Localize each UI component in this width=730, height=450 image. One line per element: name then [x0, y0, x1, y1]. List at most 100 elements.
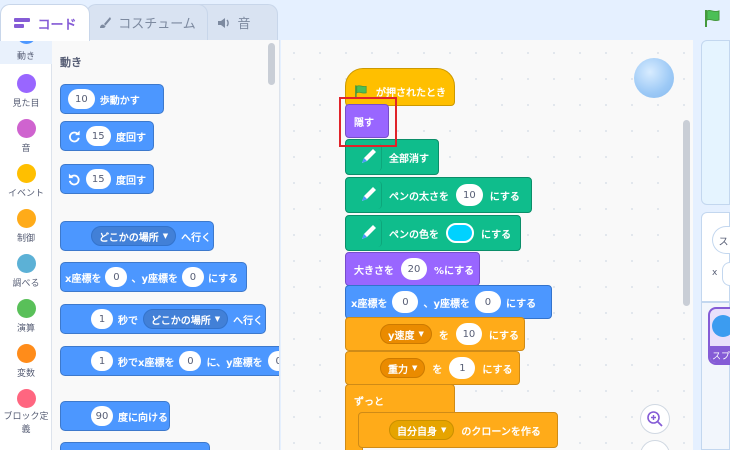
goto-text: へ行く — [181, 232, 212, 244]
gravity-value-input[interactable]: 1 — [449, 357, 476, 379]
script-goto-xy-y-input[interactable]: 0 — [474, 291, 501, 313]
set-size-input[interactable]: 20 — [401, 258, 427, 280]
category-control[interactable]: 制御 — [0, 209, 52, 244]
turn-right-text: 度回す — [116, 132, 146, 144]
set-gravity-variable-block[interactable]: 重力 ▼ を 1 にする — [345, 351, 520, 385]
category-sound-dot — [16, 119, 36, 138]
palette-goto-block[interactable]: どこかの場所 ▼ へ行く — [60, 221, 214, 251]
set-pen-color-block[interactable]: ペンの色を にする — [345, 215, 521, 251]
category-menu: 動き 見た目 音 イベント 制御 調べる 演算 変数 ブロック定義 — [0, 34, 52, 450]
category-looks-label: 見た目 — [12, 99, 40, 109]
vy-text: にする — [488, 330, 520, 342]
category-my-blocks[interactable]: ブロック定義 — [0, 389, 52, 437]
glide-text: へ行く — [233, 315, 264, 327]
palette-scrollbar[interactable] — [268, 43, 275, 85]
sprite-card[interactable]: スプ — [708, 307, 730, 365]
dropdown-arrow-icon: ▼ — [412, 364, 418, 372]
editor-tab-bar: 音 コスチューム コード — [0, 0, 730, 41]
tab-costumes[interactable]: コスチューム — [86, 4, 208, 40]
goto-xy-y-input[interactable]: 0 — [181, 267, 204, 287]
pen-size-input[interactable]: 10 — [456, 184, 483, 206]
clone-target-dropdown[interactable]: 自分自身 ▼ — [389, 420, 455, 440]
set-vy-variable-block[interactable]: y速度 ▼ を 10 にする — [345, 317, 525, 351]
pen-color-swatch[interactable] — [446, 223, 474, 243]
gravity-variable-dropdown[interactable]: 重力 ▼ — [380, 358, 426, 378]
category-variables-dot — [16, 344, 36, 363]
vy-variable-value: y速度 — [388, 330, 415, 342]
sprite-preview-icon — [634, 58, 674, 98]
set-size-block[interactable]: 大きさを 20 %にする — [345, 252, 480, 286]
glide-target-value: どこかの場所 — [151, 315, 211, 327]
pen-size-label: ペンの太さを — [389, 191, 449, 203]
palette-goto-xy-block[interactable]: x座標を 0 、y座標を 0 にする — [60, 262, 247, 292]
category-sound-label: 音 — [21, 144, 31, 154]
script-goto-xy-x-input[interactable]: 0 — [392, 291, 419, 313]
sprite-x-label: x — [712, 268, 718, 278]
glide-xy-sep: に、y座標を — [206, 357, 263, 369]
glide-secs-input[interactable]: 1 — [91, 309, 113, 329]
glide-xy-x-input[interactable]: 0 — [179, 351, 202, 371]
turn-left-input[interactable]: 15 — [85, 169, 111, 189]
category-my-blocks-dot — [16, 389, 36, 408]
glide-xy-y-input[interactable]: 0 — [267, 351, 279, 371]
zoom-in-icon — [647, 411, 663, 427]
tab-code[interactable]: コード — [0, 4, 90, 41]
tab-costumes-label: コスチューム — [118, 17, 196, 32]
pen-icon — [354, 181, 382, 209]
point-direction-text: 度に向ける — [118, 412, 168, 424]
category-events-dot — [16, 164, 36, 183]
glide-xy-secs-input[interactable]: 1 — [91, 351, 113, 371]
goto-xy-block[interactable]: x座標を 0 、y座標を 0 にする — [345, 285, 552, 319]
goto-target-value: どこかの場所 — [99, 232, 159, 244]
goto-xy-x-label: x座標を — [65, 273, 102, 285]
goto-xy-text: にする — [207, 273, 239, 285]
palette-turn-left-block[interactable]: 15 度回す — [60, 164, 154, 194]
forever-block[interactable]: ずっと — [345, 384, 455, 414]
goto-target-dropdown[interactable]: どこかの場所 ▼ — [91, 226, 177, 246]
dropdown-arrow-icon: ▼ — [162, 232, 169, 240]
category-variables-label: 変数 — [16, 369, 35, 379]
dropdown-arrow-icon: ▼ — [441, 426, 447, 434]
category-operators[interactable]: 演算 — [0, 299, 52, 334]
palette-turn-right-block[interactable]: 15 度回す — [60, 121, 154, 151]
sprite-x-input[interactable] — [722, 262, 730, 286]
category-operators-dot — [16, 299, 36, 318]
category-sensing[interactable]: 調べる — [0, 254, 52, 289]
category-events[interactable]: イベント — [0, 164, 52, 199]
palette-move-steps-block[interactable]: 10 歩動かす — [60, 84, 164, 114]
gravity-variable-value: 重力 — [388, 364, 408, 376]
move-steps-input[interactable]: 10 — [68, 89, 95, 109]
pen-color-label: ペンの色を — [389, 229, 439, 241]
script-scrollbar[interactable] — [683, 120, 690, 306]
category-motion-label: 動き — [16, 52, 35, 62]
category-variables[interactable]: 変数 — [0, 344, 52, 379]
turn-right-input[interactable]: 15 — [85, 126, 111, 146]
forever-text: ずっと — [354, 397, 384, 408]
script-goto-xy-x-label: x座標を — [351, 298, 388, 310]
vy-value-input[interactable]: 10 — [455, 323, 482, 345]
set-size-label: 大きさを — [354, 265, 394, 277]
category-sound[interactable]: 音 — [0, 119, 52, 154]
point-direction-input[interactable]: 90 — [91, 406, 113, 426]
palette-next-block[interactable] — [60, 442, 210, 450]
brush-icon — [100, 16, 112, 28]
pen-color-text: にする — [481, 229, 512, 241]
palette-glide-block[interactable]: 1 秒で どこかの場所 ▼ へ行く — [60, 304, 266, 334]
stage-panel[interactable] — [701, 40, 730, 205]
set-pen-size-block[interactable]: ペンの太さを 10 にする — [345, 177, 532, 213]
goto-xy-sep: 、y座標を — [131, 273, 178, 285]
glide-target-dropdown[interactable]: どこかの場所 ▼ — [143, 309, 229, 329]
category-looks[interactable]: 見た目 — [0, 74, 52, 109]
palette-glide-xy-block[interactable]: 1 秒でx座標を 0 に、y座標を 0 — [60, 346, 279, 376]
create-clone-block[interactable]: 自分自身 ▼ のクローンを作る — [358, 412, 558, 448]
zoom-in-button[interactable] — [640, 404, 670, 434]
vy-variable-dropdown[interactable]: y速度 ▼ — [380, 324, 432, 344]
selection-highlight — [339, 97, 397, 147]
pen-icon — [354, 219, 382, 247]
clone-text: のクローンを作る — [461, 426, 541, 438]
palette-point-direction-block[interactable]: 90 度に向ける — [60, 401, 170, 431]
gravity-to-text: を — [432, 364, 443, 376]
goto-xy-x-input[interactable]: 0 — [105, 267, 128, 287]
green-flag-button[interactable] — [703, 8, 723, 32]
turn-left-text: 度回す — [116, 175, 146, 187]
